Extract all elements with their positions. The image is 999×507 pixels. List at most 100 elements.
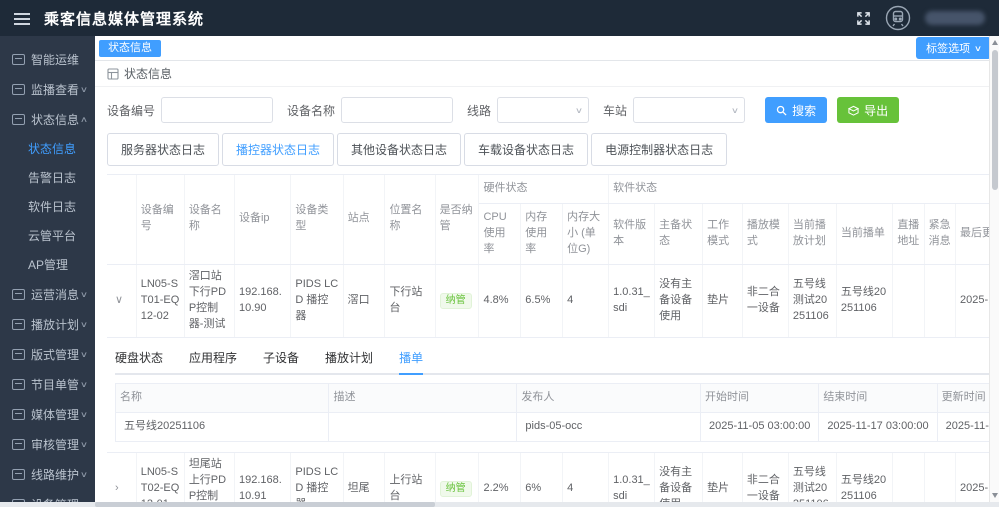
tab-4[interactable]: 电源控制器状态日志 <box>591 133 727 166</box>
sidebar-subitem-software-log[interactable]: 软件日志 <box>0 192 95 221</box>
chevron-down-icon: ∨ <box>575 106 583 115</box>
column-header: 设备名称 <box>184 175 234 264</box>
header-actions <box>856 5 985 31</box>
cell: 1.0.31_sdi <box>609 264 655 337</box>
detail-table: 名称描述发布人开始时间结束时间更新时间五号线20251106pids-05-oc… <box>115 383 989 442</box>
breadcrumb: 状态信息 <box>95 61 999 87</box>
station-select[interactable]: ∨ <box>633 97 745 123</box>
horizontal-scrollbar[interactable] <box>0 502 999 507</box>
cell <box>924 264 955 337</box>
play-plan-icon <box>12 319 25 330</box>
scroll-up-icon[interactable] <box>992 40 998 45</box>
sidebar-subitem-cloud-platform[interactable]: 云管平台 <box>0 221 95 250</box>
detail-tab-0[interactable]: 硬盘状态 <box>115 344 163 373</box>
cell: 垫片 <box>703 452 743 507</box>
cell: 2025-11-06 16: <box>956 264 990 337</box>
device-id-input[interactable] <box>161 97 273 123</box>
column-header: 设备编号 <box>136 175 184 264</box>
search-icon <box>776 105 787 116</box>
tab-2[interactable]: 其他设备状态日志 <box>337 133 461 166</box>
table-row: ›LN05-ST02-EQ12-01坦尾站上行PDP控制器-测试192.168.… <box>107 452 989 507</box>
tab-0[interactable]: 服务器状态日志 <box>107 133 219 166</box>
cell: 没有主备设备使用 <box>655 264 703 337</box>
sidebar-subitem-ap-management[interactable]: AP管理 <box>0 250 95 279</box>
cell: 4 <box>563 452 609 507</box>
device-name-input[interactable] <box>341 97 453 123</box>
expand-row-icon[interactable]: › <box>111 481 123 497</box>
sidebar-item-line-maintenance[interactable]: 线路维护∨ <box>0 459 95 489</box>
cell: 滘口 <box>343 264 385 337</box>
column-header: 位置名称 <box>385 175 435 264</box>
column-header: 最后更新时间 <box>956 203 990 264</box>
line-select[interactable]: ∨ <box>497 97 589 123</box>
chevron-down-icon: ∨ <box>80 350 88 359</box>
sidebar-item-media-management[interactable]: 媒体管理∨ <box>0 399 95 429</box>
sidebar-item-program-list-management[interactable]: 节目单管理∨ <box>0 369 95 399</box>
sidebar-item-label: 状态信息 <box>31 111 79 128</box>
detail-cell-value: 2025-11-05 03:00:00 <box>700 412 818 441</box>
menu-toggle-icon[interactable] <box>14 12 30 24</box>
detail-column-header: 开始时间 <box>700 383 818 412</box>
sidebar-menu: 智能运维监播查看∨状态信息∧状态信息告警日志软件日志云管平台AP管理运营消息∨播… <box>0 36 95 507</box>
chevron-down-icon: ∨ <box>80 440 88 449</box>
detail-tab-3[interactable]: 播放计划 <box>325 344 373 373</box>
sidebar-item-label: 运营消息 <box>31 286 79 303</box>
cell: 非二合一设备 <box>742 264 788 337</box>
cell: 滘口站下行PDP控制器-测试 <box>184 264 234 337</box>
detail-tab-2[interactable]: 子设备 <box>263 344 299 373</box>
horizontal-scroll-thumb[interactable] <box>95 502 435 507</box>
detail-column-header: 发布人 <box>517 383 701 412</box>
sidebar-item-status-info[interactable]: 状态信息∧ <box>0 104 95 134</box>
status-table: 设备编号设备名称设备ip设备类型站点位置名称是否纳管硬件状态软件状态CPU使用率… <box>107 175 989 507</box>
expand-column-header <box>107 175 136 264</box>
app-root: 乘客信息媒体管理系统 智能运维监播查看∨ <box>0 0 999 507</box>
cell: 五号线20251106 <box>836 264 892 337</box>
detail-tab-1[interactable]: 应用程序 <box>189 344 237 373</box>
user-name-redacted[interactable] <box>925 11 985 25</box>
scroll-down-icon[interactable] <box>992 493 998 498</box>
tag-status-info[interactable]: 状态信息 <box>99 40 161 57</box>
sidebar-item-layout-management[interactable]: 版式管理∨ <box>0 339 95 369</box>
user-avatar-train-icon[interactable] <box>885 5 911 31</box>
chevron-down-icon: ∨ <box>974 44 982 53</box>
sidebar-item-play-plan[interactable]: 播放计划∨ <box>0 309 95 339</box>
cell: 192.168.10.91 <box>234 452 290 507</box>
detail-tab-4[interactable]: 播单 <box>399 344 423 375</box>
sidebar-item-audit-management[interactable]: 审核管理∨ <box>0 429 95 459</box>
export-button[interactable]: 导出 <box>837 97 899 123</box>
sidebar-item-smart-ops[interactable]: 智能运维 <box>0 44 95 74</box>
collapse-row-icon[interactable]: ∨ <box>111 293 127 309</box>
column-header: CPU使用率 <box>479 203 521 264</box>
status-table-body: ∨LN05-ST01-EQ12-02滘口站下行PDP控制器-测试192.168.… <box>107 264 989 507</box>
filter-bar: 设备编号 设备名称 线路 ∨ 车站 ∨ <box>95 87 999 131</box>
chevron-down-icon: ∨ <box>80 410 88 419</box>
sidebar-subitem-alarm-log[interactable]: 告警日志 <box>0 163 95 192</box>
tag-options-button[interactable]: 标签选项 ∨ <box>916 37 991 59</box>
sidebar-item-operation-message[interactable]: 运营消息∨ <box>0 279 95 309</box>
export-box-icon <box>848 105 859 116</box>
tab-1[interactable]: 播控器状态日志 <box>222 133 334 166</box>
cell: 垫片 <box>703 264 743 337</box>
cell: 非二合一设备 <box>742 452 788 507</box>
vertical-scroll-thumb[interactable] <box>992 50 998 190</box>
search-button[interactable]: 搜索 <box>765 97 827 123</box>
cell: PIDS LCD 播控器 <box>291 452 343 507</box>
sidebar-item-label: 智能运维 <box>31 51 87 68</box>
chevron-down-icon: ∨ <box>80 290 88 299</box>
detail-cell-value <box>329 412 517 441</box>
vertical-scrollbar[interactable] <box>989 36 999 502</box>
chevron-up-icon: ∧ <box>80 115 88 124</box>
managed-status-badge: 纳管 <box>440 293 472 309</box>
page-title: 状态信息 <box>124 65 172 82</box>
column-header: 当前播放计划 <box>788 203 836 264</box>
cell: 纳管 <box>435 264 479 337</box>
cell: 没有主备设备使用 <box>655 452 703 507</box>
tab-3[interactable]: 车载设备状态日志 <box>464 133 588 166</box>
page-grid-icon <box>107 68 119 80</box>
sidebar-subitem-status-info[interactable]: 状态信息 <box>0 134 95 163</box>
sidebar-item-label: 版式管理 <box>31 346 79 363</box>
fullscreen-icon[interactable] <box>856 11 871 26</box>
sidebar-item-monitor-view[interactable]: 监播查看∨ <box>0 74 95 104</box>
column-header: 软件版本 <box>609 203 655 264</box>
search-button-label: 搜索 <box>792 102 816 119</box>
